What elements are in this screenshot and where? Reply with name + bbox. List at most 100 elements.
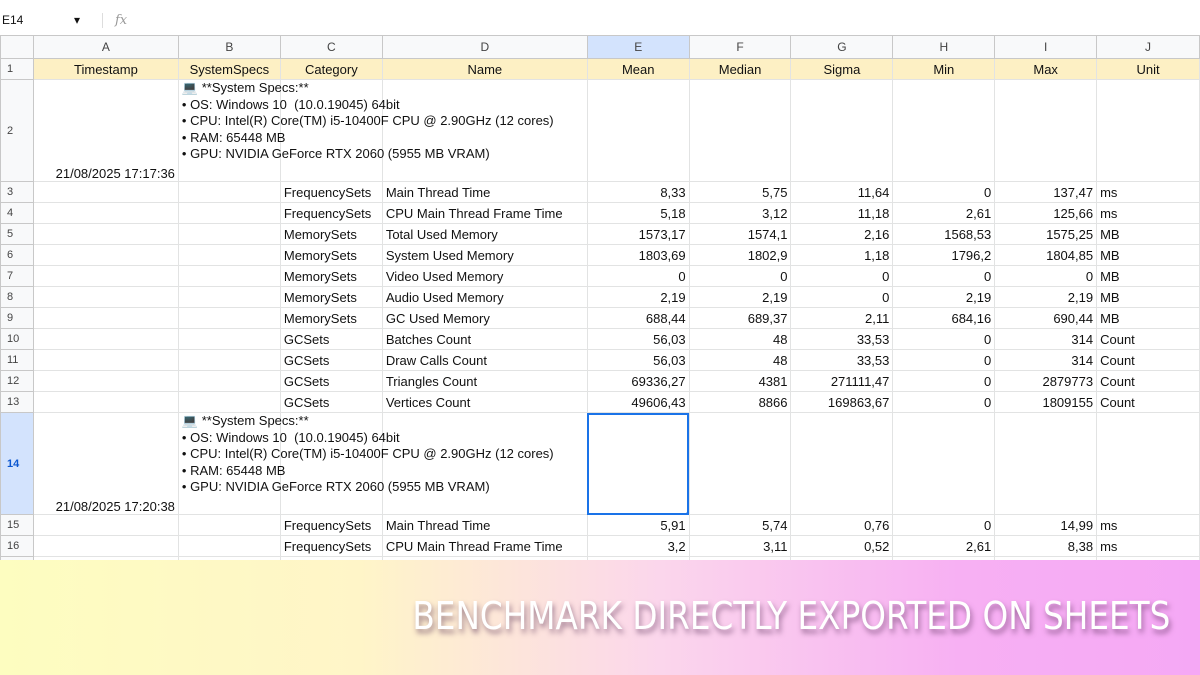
max-cell[interactable]: 1809155 xyxy=(994,391,1098,413)
row-header[interactable]: 3 xyxy=(0,181,34,203)
min-cell[interactable]: 0 xyxy=(892,514,996,536)
row-header[interactable]: 8 xyxy=(0,286,34,308)
min-cell[interactable]: 1568,53 xyxy=(892,223,996,245)
unit-cell[interactable]: Count xyxy=(1096,328,1200,350)
max-cell[interactable]: 8,38 xyxy=(994,535,1098,557)
row-header[interactable]: 14 xyxy=(0,412,34,515)
sigma-cell[interactable]: 0 xyxy=(790,286,894,308)
column-header-D[interactable]: D xyxy=(381,35,588,59)
row-header[interactable]: 9 xyxy=(0,307,34,329)
category-cell[interactable]: FrequencySets xyxy=(279,181,383,203)
timestamp-cell[interactable] xyxy=(32,349,179,371)
name-cell[interactable]: Main Thread Time xyxy=(381,181,588,203)
row-header[interactable]: 2 xyxy=(0,79,34,182)
system-specs-cell[interactable] xyxy=(177,370,281,392)
unit-cell[interactable]: ms xyxy=(1096,202,1200,224)
category-cell[interactable]: GCSets xyxy=(279,328,383,350)
timestamp-cell[interactable] xyxy=(32,391,179,413)
median-cell[interactable]: 3,11 xyxy=(688,535,792,557)
selected-cell[interactable] xyxy=(586,412,690,515)
min-cell[interactable]: 0 xyxy=(892,370,996,392)
unit-cell[interactable]: ms xyxy=(1096,514,1200,536)
header-cell[interactable]: Median xyxy=(688,58,792,80)
sigma-cell[interactable]: 169863,67 xyxy=(790,391,894,413)
header-cell[interactable]: Category xyxy=(279,58,383,80)
cell[interactable] xyxy=(688,412,792,515)
select-all-corner[interactable] xyxy=(0,35,34,59)
min-cell[interactable]: 0 xyxy=(892,391,996,413)
system-specs-cell[interactable] xyxy=(177,181,281,203)
column-header-H[interactable]: H xyxy=(892,35,996,59)
median-cell[interactable]: 1574,1 xyxy=(688,223,792,245)
mean-cell[interactable]: 2,19 xyxy=(586,286,690,308)
mean-cell[interactable]: 8,33 xyxy=(586,181,690,203)
max-cell[interactable]: 137,47 xyxy=(994,181,1098,203)
timestamp-cell[interactable] xyxy=(32,244,179,266)
name-cell[interactable]: Vertices Count xyxy=(381,391,588,413)
header-cell[interactable]: SystemSpecs xyxy=(177,58,281,80)
name-cell[interactable]: GC Used Memory xyxy=(381,307,588,329)
header-cell[interactable]: Mean xyxy=(586,58,690,80)
unit-cell[interactable]: MB xyxy=(1096,265,1200,287)
row-header[interactable]: 1 xyxy=(0,58,34,80)
unit-cell[interactable]: ms xyxy=(1096,535,1200,557)
category-cell[interactable]: MemorySets xyxy=(279,286,383,308)
median-cell[interactable]: 5,74 xyxy=(688,514,792,536)
max-cell[interactable]: 314 xyxy=(994,349,1098,371)
median-cell[interactable]: 48 xyxy=(688,328,792,350)
median-cell[interactable]: 3,12 xyxy=(688,202,792,224)
median-cell[interactable]: 4381 xyxy=(688,370,792,392)
header-cell[interactable]: Sigma xyxy=(790,58,894,80)
system-specs-cell[interactable]: 💻 **System Specs:** • OS: Windows 10 (10.… xyxy=(177,412,554,515)
header-cell[interactable]: Max xyxy=(994,58,1098,80)
median-cell[interactable]: 1802,9 xyxy=(688,244,792,266)
max-cell[interactable]: 1575,25 xyxy=(994,223,1098,245)
timestamp-cell[interactable] xyxy=(32,265,179,287)
sigma-cell[interactable]: 2,16 xyxy=(790,223,894,245)
name-cell[interactable]: Main Thread Time xyxy=(381,514,588,536)
system-specs-cell[interactable] xyxy=(177,202,281,224)
min-cell[interactable]: 2,19 xyxy=(892,286,996,308)
system-specs-cell[interactable] xyxy=(177,244,281,266)
unit-cell[interactable]: ms xyxy=(1096,181,1200,203)
category-cell[interactable]: GCSets xyxy=(279,349,383,371)
name-cell[interactable]: System Used Memory xyxy=(381,244,588,266)
mean-cell[interactable]: 1803,69 xyxy=(586,244,690,266)
column-header-I[interactable]: I xyxy=(994,35,1098,59)
cell[interactable] xyxy=(790,79,894,182)
unit-cell[interactable]: Count xyxy=(1096,349,1200,371)
system-specs-cell[interactable] xyxy=(177,535,281,557)
name-cell[interactable]: CPU Main Thread Frame Time xyxy=(381,535,588,557)
max-cell[interactable]: 125,66 xyxy=(994,202,1098,224)
category-cell[interactable]: MemorySets xyxy=(279,223,383,245)
sigma-cell[interactable]: 11,64 xyxy=(790,181,894,203)
timestamp-cell[interactable] xyxy=(32,370,179,392)
column-header-G[interactable]: G xyxy=(790,35,894,59)
timestamp-cell[interactable] xyxy=(32,328,179,350)
name-cell[interactable]: Total Used Memory xyxy=(381,223,588,245)
mean-cell[interactable]: 0 xyxy=(586,265,690,287)
name-cell[interactable]: Triangles Count xyxy=(381,370,588,392)
category-cell[interactable]: FrequencySets xyxy=(279,202,383,224)
max-cell[interactable]: 14,99 xyxy=(994,514,1098,536)
timestamp-cell[interactable] xyxy=(32,223,179,245)
category-cell[interactable]: FrequencySets xyxy=(279,514,383,536)
category-cell[interactable]: MemorySets xyxy=(279,244,383,266)
row-header[interactable]: 10 xyxy=(0,328,34,350)
cell[interactable] xyxy=(381,79,588,182)
median-cell[interactable]: 0 xyxy=(688,265,792,287)
timestamp-cell[interactable] xyxy=(32,286,179,308)
cell[interactable] xyxy=(790,412,894,515)
mean-cell[interactable]: 69336,27 xyxy=(586,370,690,392)
fill-handle[interactable] xyxy=(685,511,689,514)
system-specs-cell[interactable] xyxy=(177,223,281,245)
max-cell[interactable]: 2,19 xyxy=(994,286,1098,308)
median-cell[interactable]: 689,37 xyxy=(688,307,792,329)
sigma-cell[interactable]: 0 xyxy=(790,265,894,287)
system-specs-cell[interactable]: 💻 **System Specs:** • OS: Windows 10 (10.… xyxy=(177,79,554,182)
timestamp-cell[interactable] xyxy=(32,535,179,557)
row-header[interactable]: 13 xyxy=(0,391,34,413)
column-header-A[interactable]: A xyxy=(32,35,179,59)
mean-cell[interactable]: 5,91 xyxy=(586,514,690,536)
min-cell[interactable]: 684,16 xyxy=(892,307,996,329)
